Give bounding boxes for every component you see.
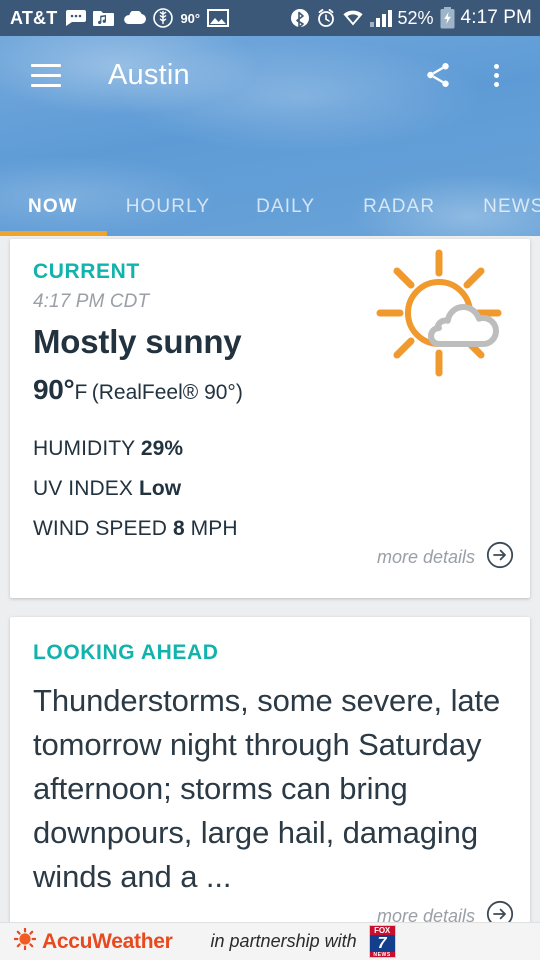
attribution-footer: AccuWeather in partnership with FOX 7 NE… — [0, 922, 540, 960]
degree-symbol: ° — [63, 374, 75, 405]
observation-time: 4:17 PM CDT — [33, 291, 150, 312]
tab-bar: NOW HOURLY DAILY RADAR NEWS — [0, 178, 540, 236]
fox7-news-logo[interactable]: FOX 7 NEWS — [368, 925, 396, 958]
detail-row-humidity: HUMIDITY 29% — [33, 437, 183, 461]
realfeel-text: (RealFeel® 90°) — [91, 381, 243, 404]
mostly-sunny-icon — [372, 247, 512, 384]
humidity-label: HUMIDITY — [33, 437, 135, 460]
looking-ahead-section-title: LOOKING AHEAD — [33, 641, 219, 664]
fox7-number: 7 — [369, 935, 395, 952]
cloud-icon — [122, 11, 147, 25]
page-title: Austin — [108, 58, 190, 91]
arrow-circle-right-icon — [486, 541, 514, 574]
battery-charging-icon — [440, 7, 455, 29]
wifi-icon — [342, 9, 364, 27]
fox7-bottom-label: NEWS — [369, 952, 395, 957]
share-icon[interactable] — [418, 53, 458, 97]
fox7-top-label: FOX — [369, 926, 395, 935]
current-section-title: CURRENT — [33, 260, 140, 283]
header-sky-background: Austin NOW HOURLY DAILY RADAR NEWS — [0, 36, 540, 236]
tab-now[interactable]: NOW — [28, 196, 78, 218]
uv-index-label: UV INDEX — [33, 477, 133, 500]
hamburger-menu-icon[interactable] — [24, 53, 68, 97]
accuweather-sun-icon — [13, 927, 37, 955]
weather-circle-icon — [153, 8, 174, 28]
tab-radar[interactable]: RADAR — [363, 196, 435, 218]
tab-news[interactable]: NEWS — [483, 196, 540, 218]
wind-speed-label: WIND SPEED — [33, 517, 168, 540]
photo-icon — [207, 9, 230, 27]
looking-ahead-card: LOOKING AHEAD Thunderstorms, some severe… — [10, 617, 530, 927]
tab-hourly[interactable]: HOURLY — [126, 196, 210, 218]
scroll-content[interactable]: CURRENT 4:17 PM CDT Mostly sunny 90°F (R… — [0, 236, 540, 927]
condition-text: Mostly sunny — [33, 323, 242, 360]
status-clock: 4:17 PM — [460, 7, 532, 28]
humidity-value: 29% — [140, 437, 184, 460]
detail-row-wind-speed: WIND SPEED 8 MPH — [33, 517, 238, 541]
bluetooth-icon — [290, 8, 310, 28]
signal-bars-icon — [369, 9, 392, 27]
accuweather-logo[interactable]: AccuWeather — [13, 927, 173, 955]
partnership-text: in partnership with — [210, 931, 357, 951]
temperature-line: 90°F (RealFeel® 90°) — [33, 374, 243, 406]
battery-percent-label: 52% — [397, 7, 434, 28]
temperature-value: 90 — [33, 374, 64, 405]
accuweather-wordmark: AccuWeather — [42, 929, 173, 953]
uv-index-value: Low — [138, 477, 182, 500]
music-folder-icon — [93, 9, 115, 27]
carrier-label: AT&T — [10, 7, 58, 28]
current-more-details-label: more details — [376, 547, 475, 567]
wind-speed-unit: MPH — [190, 517, 238, 540]
overflow-menu-icon[interactable] — [476, 53, 516, 97]
wind-speed-value: 8 — [172, 517, 185, 540]
current-more-details-button[interactable]: more details — [377, 541, 514, 574]
app-bar: Austin — [0, 36, 540, 114]
status-temperature: 90° — [180, 10, 201, 26]
temperature-unit: F — [74, 381, 88, 404]
alarm-icon — [316, 8, 336, 28]
message-icon — [64, 10, 87, 26]
tab-daily[interactable]: DAILY — [256, 196, 315, 218]
status-bar: AT&T 90° 52% 4:17 PM — [0, 0, 540, 36]
forecast-summary-text: Thunderstorms, some severe, late tomorro… — [33, 683, 501, 894]
detail-row-uv-index: UV INDEX Low — [33, 477, 181, 501]
current-conditions-card: CURRENT 4:17 PM CDT Mostly sunny 90°F (R… — [10, 239, 530, 598]
